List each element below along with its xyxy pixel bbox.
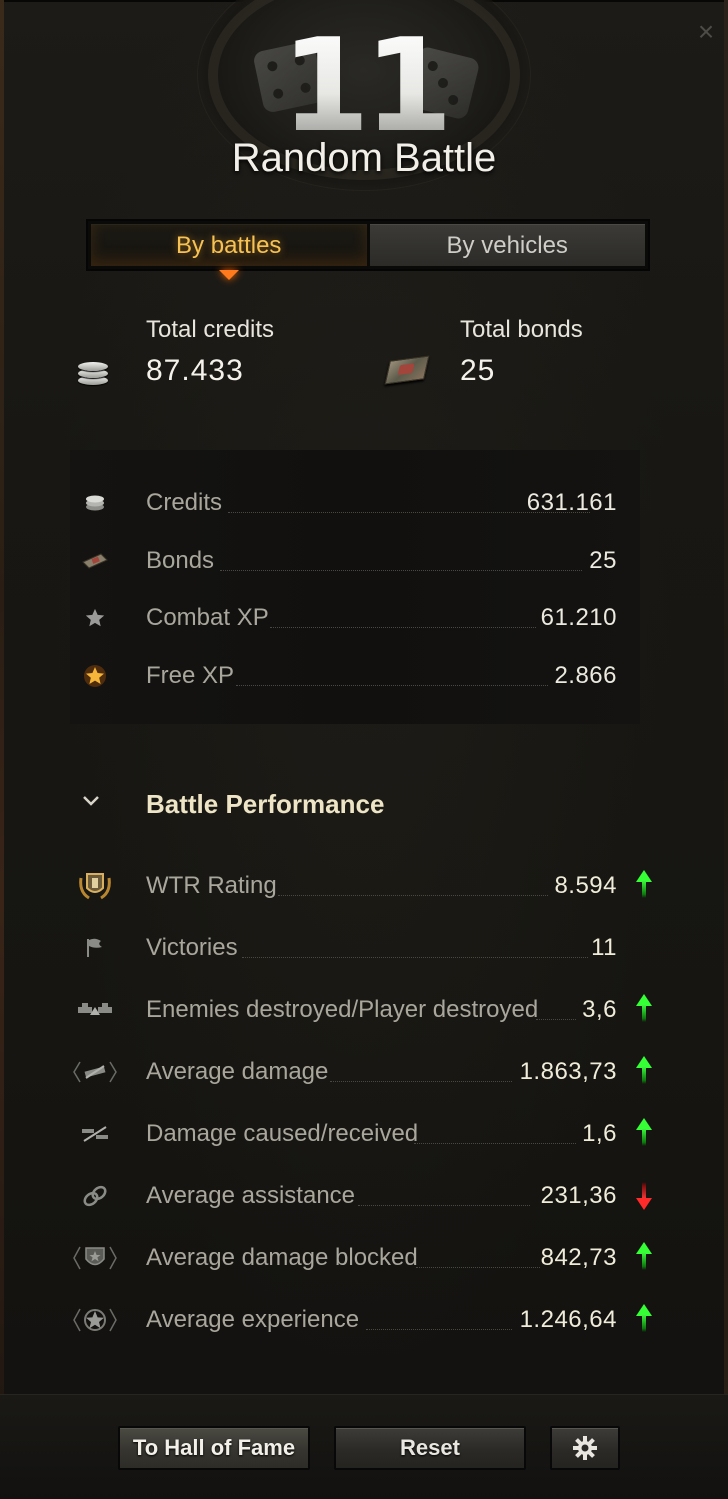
earnings-value: 61.210	[540, 604, 617, 631]
tab-by-battles[interactable]: By battles	[91, 224, 367, 280]
trend-up-icon	[636, 1056, 652, 1086]
perf-value: 231,36	[540, 1182, 617, 1209]
dotted-leader	[416, 1266, 540, 1268]
tanks-destroyed-icon	[70, 990, 120, 1030]
active-tab-indicator	[218, 270, 239, 280]
perf-row-damage-ratio: Damage caused/received 1,6	[70, 1114, 652, 1154]
perf-value: 8.594	[554, 872, 617, 899]
perf-row-wtr-rating: WTR Rating 8.594	[70, 866, 652, 906]
tab-label: By battles	[176, 231, 282, 259]
dotted-leader	[414, 1142, 576, 1144]
earnings-row-bonds: Bonds 25	[70, 541, 620, 581]
perf-label: Victories	[146, 934, 238, 961]
dotted-leader	[358, 1204, 530, 1206]
trend-up-icon	[636, 994, 652, 1024]
perf-value: 842,73	[540, 1244, 617, 1271]
shield-icon	[70, 1238, 120, 1278]
total-credits-label: Total credits	[146, 316, 275, 343]
earnings-label: Credits	[146, 489, 223, 516]
trend-up-icon	[636, 1304, 652, 1334]
earnings-label: Combat XP	[146, 604, 269, 631]
earnings-row-combat-xp: Combat XP 61.210	[70, 598, 620, 638]
gear-icon	[572, 1435, 598, 1461]
perf-label: Average damage	[146, 1058, 329, 1085]
gold-star-icon	[70, 656, 120, 696]
dotted-leader	[278, 894, 548, 896]
perf-label: Average assistance	[146, 1182, 356, 1209]
tab-label: By vehicles	[446, 231, 568, 259]
perf-label: Average experience	[146, 1306, 360, 1333]
total-bonds-value: 25	[460, 354, 496, 387]
total-credits: Total credits 87.433	[146, 316, 274, 388]
battle-count: 11	[0, 22, 728, 152]
chevron-down-icon[interactable]	[80, 790, 100, 810]
dotted-leader	[270, 626, 536, 628]
tab-by-vehicles[interactable]: By vehicles	[369, 224, 645, 266]
trend-up-icon	[636, 870, 652, 900]
perf-label: Damage caused/received	[146, 1120, 419, 1147]
flag-icon	[70, 928, 120, 968]
dotted-leader	[220, 569, 582, 571]
damage-ratio-icon	[70, 1114, 120, 1154]
perf-row-average-experience: Average experience 1.246,64	[70, 1300, 652, 1340]
star-icon	[70, 598, 120, 638]
panel-edge-left	[0, 0, 4, 1499]
total-credits-value: 87.433	[146, 354, 244, 387]
view-tabs: By battles By vehicles	[86, 219, 650, 280]
perf-label: Average damage blocked	[146, 1244, 418, 1271]
perf-value: 1.246,64	[519, 1306, 617, 1333]
perf-label: Enemies destroyed/Player destroyed	[146, 996, 539, 1023]
experience-icon	[70, 1300, 120, 1340]
credits-icon	[78, 358, 110, 386]
total-bonds-label: Total bonds	[460, 316, 583, 343]
dotted-leader	[330, 1080, 512, 1082]
hall-of-fame-button[interactable]: To Hall of Fame	[118, 1426, 310, 1470]
earnings-value: 25	[589, 547, 617, 574]
perf-row-average-assistance: Average assistance 231,36	[70, 1176, 652, 1216]
panel-edge-right	[724, 0, 728, 1499]
trend-down-icon	[636, 1180, 652, 1210]
earnings-value: 631.161	[526, 489, 617, 516]
trend-up-icon	[636, 1242, 652, 1272]
trend-up-icon	[636, 1118, 652, 1148]
dotted-leader	[536, 1018, 576, 1020]
perf-value: 1,6	[582, 1120, 617, 1147]
battle-performance-header[interactable]: Battle Performance	[70, 784, 630, 824]
wtr-rating-icon	[70, 866, 120, 906]
close-icon[interactable]: ×	[694, 18, 718, 46]
perf-value: 3,6	[582, 996, 617, 1023]
dotted-leader	[236, 684, 548, 686]
earnings-row-free-xp: Free XP 2.866	[70, 656, 620, 696]
credits-icon	[70, 483, 120, 523]
perf-value: 11	[591, 934, 617, 961]
section-title: Battle Performance	[146, 789, 385, 819]
earnings-label: Free XP	[146, 662, 235, 689]
perf-row-damage-blocked: Average damage blocked 842,73	[70, 1238, 652, 1278]
perf-row-kill-death: Enemies destroyed/Player destroyed 3,6	[70, 990, 652, 1030]
settings-button[interactable]	[550, 1426, 620, 1470]
dotted-leader	[242, 956, 588, 958]
session-stats-panel: 11 Random Battle × By battles By vehicle…	[0, 0, 728, 1499]
damage-icon	[70, 1052, 120, 1092]
earnings-row-credits: Credits 631.161	[70, 483, 620, 523]
total-bonds: Total bonds 25	[460, 316, 583, 388]
bonds-icon	[70, 541, 120, 581]
reset-button[interactable]: Reset	[334, 1426, 526, 1470]
earnings-label: Bonds	[146, 547, 215, 574]
bonds-icon	[384, 355, 430, 385]
assistance-icon	[70, 1176, 120, 1216]
perf-row-average-damage: Average damage 1.863,73	[70, 1052, 652, 1092]
perf-value: 1.863,73	[519, 1058, 617, 1085]
page-title: Random Battle	[231, 136, 497, 180]
dotted-leader	[366, 1328, 512, 1330]
perf-row-victories: Victories 11	[70, 928, 620, 968]
perf-label: WTR Rating	[146, 872, 277, 899]
earnings-value: 2.866	[554, 662, 617, 689]
